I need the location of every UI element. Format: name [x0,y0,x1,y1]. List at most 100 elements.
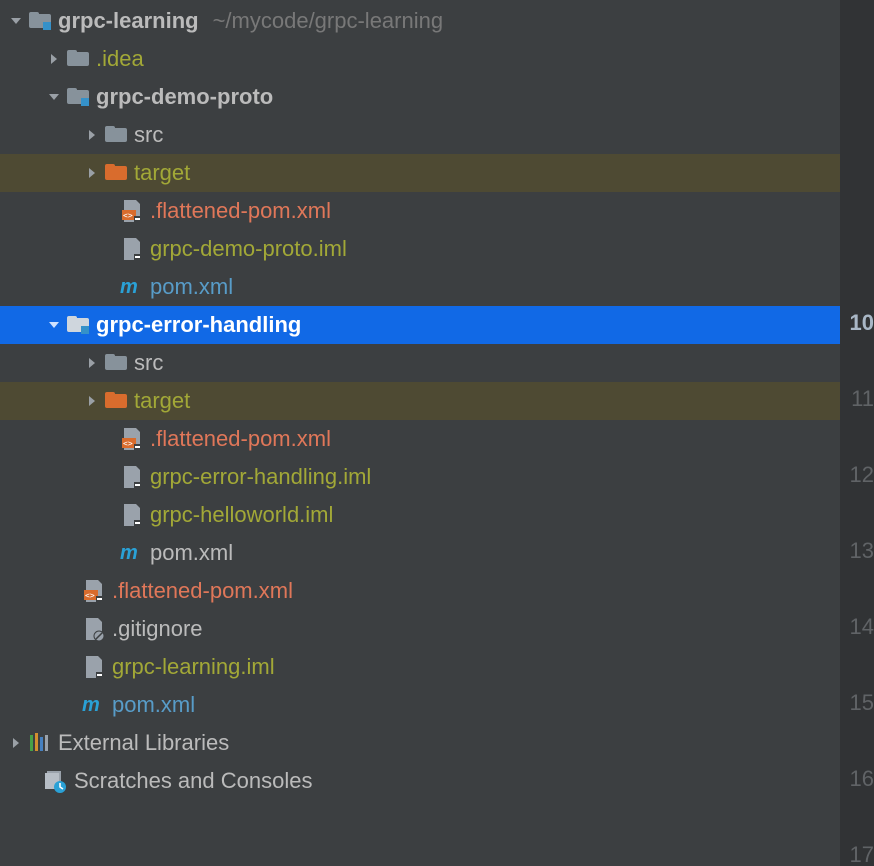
gutter-line [840,114,874,152]
excluded-folder-icon [102,392,130,410]
tree-row-file[interactable]: m pom.xml [0,268,840,306]
gutter-line: 16 [840,760,874,798]
tree-row-module[interactable]: grpc-demo-proto [0,78,840,116]
module-folder-icon [64,88,92,106]
module-label: grpc-demo-proto [96,84,273,110]
chevron-down-icon[interactable] [44,91,64,103]
iml-file-icon [80,656,108,678]
gutter-line [840,76,874,114]
module-folder-icon [64,316,92,334]
svg-text:<>: <> [85,591,95,600]
iml-file-icon [118,238,146,260]
module-folder-icon [26,12,54,30]
file-label: .flattened-pom.xml [150,198,331,224]
svg-text:<>: <> [123,439,133,448]
tree-row-file[interactable]: .gitignore [0,610,840,648]
file-label: pom.xml [112,692,195,718]
chevron-right-icon[interactable] [44,53,64,65]
gutter-line [840,152,874,190]
gutter-line: 14 [840,608,874,646]
scratches-icon [42,770,70,792]
project-tree[interactable]: grpc-learning ~/mycode/grpc-learning .id… [0,0,840,866]
folder-icon [102,354,130,372]
tree-row-scratches[interactable]: Scratches and Consoles [0,762,840,800]
gutter-line: 10 [840,304,874,342]
file-label: .flattened-pom.xml [112,578,293,604]
tree-row-file[interactable]: <> .flattened-pom.xml [0,572,840,610]
file-label: grpc-error-handling.iml [150,464,371,490]
chevron-right-icon[interactable] [82,167,102,179]
gutter-line [840,722,874,760]
folder-label: .idea [96,46,144,72]
file-label: .flattened-pom.xml [150,426,331,452]
folder-icon [102,126,130,144]
file-label: .gitignore [112,616,203,642]
scratches-label: Scratches and Consoles [74,768,312,794]
chevron-right-icon[interactable] [82,395,102,407]
chevron-down-icon[interactable] [6,15,26,27]
xml-file-icon: <> [118,428,146,450]
svg-text:<>: <> [123,211,133,220]
tree-row-file[interactable]: grpc-helloworld.iml [0,496,840,534]
tree-row-idea[interactable]: .idea [0,40,840,78]
ignored-file-icon [80,618,108,640]
tree-row-file[interactable]: grpc-demo-proto.iml [0,230,840,268]
tree-row-target[interactable]: target [0,382,840,420]
svg-text:m: m [82,694,100,716]
chevron-right-icon[interactable] [82,357,102,369]
tree-row-target[interactable]: target [0,154,840,192]
tree-row-external-libraries[interactable]: External Libraries [0,724,840,762]
gutter-line: 11 [840,380,874,418]
file-label: pom.xml [150,274,233,300]
folder-label: src [134,122,163,148]
folder-icon [64,50,92,68]
gutter-line [840,342,874,380]
external-libraries-label: External Libraries [58,730,229,756]
gutter-line: 17 [840,836,874,866]
tree-row-module-selected[interactable]: grpc-error-handling [0,306,840,344]
module-label: grpc-error-handling [96,312,301,338]
file-label: pom.xml [150,540,233,566]
excluded-folder-icon [102,164,130,182]
tree-row-src[interactable]: src [0,116,840,154]
gutter-line [840,266,874,304]
gutter-line: 15 [840,684,874,722]
folder-label: target [134,160,190,186]
xml-file-icon: <> [118,200,146,222]
tree-row-root[interactable]: grpc-learning ~/mycode/grpc-learning [0,2,840,40]
file-label: grpc-learning.iml [112,654,275,680]
chevron-down-icon[interactable] [44,319,64,331]
tree-row-file[interactable]: grpc-error-handling.iml [0,458,840,496]
tree-row-file[interactable]: <> .flattened-pom.xml [0,192,840,230]
iml-file-icon [118,466,146,488]
external-libraries-icon [26,733,54,753]
maven-icon: m [80,695,108,715]
tree-row-file[interactable]: grpc-learning.iml [0,648,840,686]
gutter-line: 13 [840,532,874,570]
svg-text:m: m [120,542,138,564]
tree-row-file[interactable]: m pom.xml [0,534,840,572]
gutter-line [840,494,874,532]
tree-row-file[interactable]: <> .flattened-pom.xml [0,420,840,458]
tree-row-src[interactable]: src [0,344,840,382]
file-label: grpc-demo-proto.iml [150,236,347,262]
maven-icon: m [118,277,146,297]
editor-gutter: 10 11 12 13 14 15 16 17 18 19 20 [840,0,874,866]
chevron-right-icon[interactable] [82,129,102,141]
folder-label: src [134,350,163,376]
gutter-line [840,570,874,608]
project-name: grpc-learning [58,8,199,34]
gutter-line [840,798,874,836]
chevron-right-icon[interactable] [6,737,26,749]
gutter-line [840,0,874,38]
xml-file-icon: <> [80,580,108,602]
iml-file-icon [118,504,146,526]
folder-label: target [134,388,190,414]
maven-icon: m [118,543,146,563]
svg-text:m: m [120,276,138,298]
gutter-line [840,38,874,76]
gutter-line: 12 [840,456,874,494]
gutter-line [840,228,874,266]
gutter-line [840,646,874,684]
tree-row-file[interactable]: m pom.xml [0,686,840,724]
